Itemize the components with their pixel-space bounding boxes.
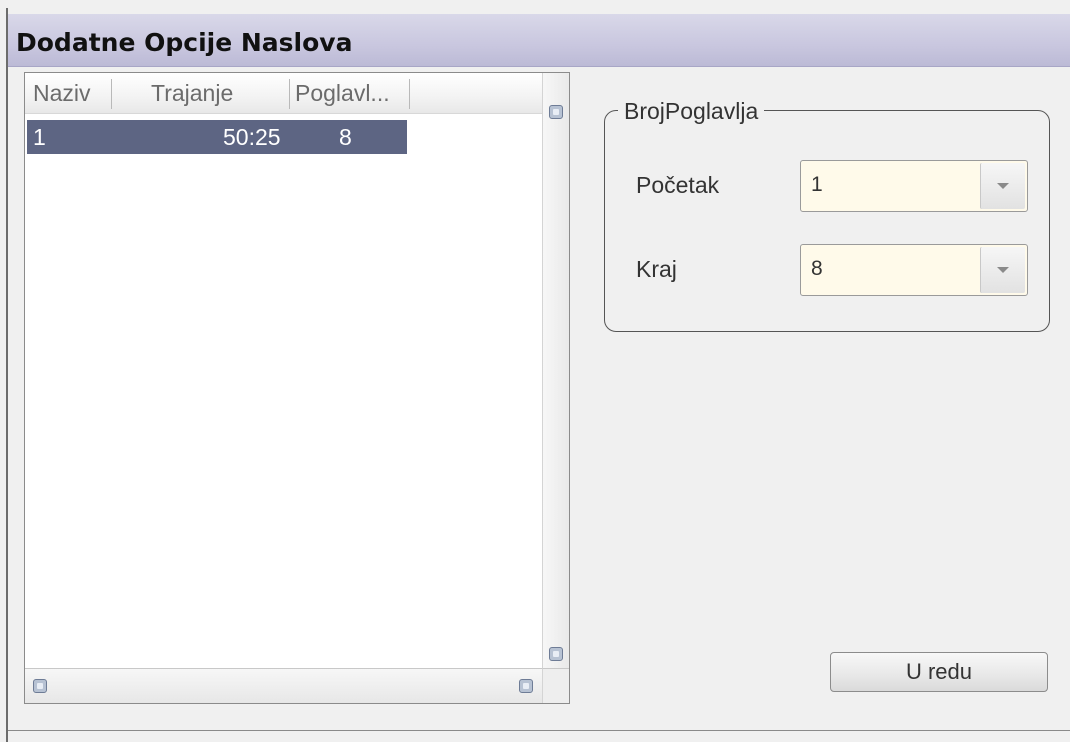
scroll-left-icon[interactable]	[33, 679, 47, 693]
title-list-view[interactable]: Naziv Trajanje Poglavl... 1 50:25 8	[24, 72, 570, 704]
end-label: Kraj	[636, 256, 677, 282]
scroll-right-icon[interactable]	[519, 679, 533, 693]
table-row[interactable]: 1 50:25 8	[27, 120, 407, 154]
cell-trajanje: 50:25	[223, 124, 281, 150]
column-separator[interactable]	[289, 79, 290, 109]
start-label: Početak	[636, 172, 720, 198]
end-combobox[interactable]: 8	[800, 244, 1028, 296]
end-combobox-value: 8	[811, 257, 823, 280]
chapter-number-group	[604, 110, 1050, 332]
title-bar[interactable]: Dodatne Opcije Naslova	[8, 14, 1070, 67]
cell-poglavlja: 8	[339, 124, 352, 150]
scrollbar-corner	[542, 668, 569, 703]
column-header-trajanje[interactable]: Trajanje	[151, 73, 285, 113]
scroll-down-icon[interactable]	[549, 647, 563, 661]
window-title: Dodatne Opcije Naslova	[16, 28, 353, 57]
chevron-down-icon[interactable]	[980, 163, 1025, 209]
ok-button[interactable]: U redu	[830, 652, 1048, 692]
column-header-poglavlja[interactable]: Poglavl...	[295, 73, 407, 113]
group-legend: BrojPoglavlja	[618, 98, 765, 124]
start-combobox-value: 1	[811, 173, 823, 196]
start-combobox[interactable]: 1	[800, 160, 1028, 212]
vertical-scrollbar[interactable]	[542, 73, 569, 669]
bottom-border	[8, 730, 1070, 731]
horizontal-scrollbar[interactable]	[25, 668, 545, 703]
cell-naziv: 1	[33, 124, 46, 150]
chevron-down-icon[interactable]	[980, 247, 1025, 293]
column-header-naziv[interactable]: Naziv	[33, 73, 105, 113]
column-separator[interactable]	[111, 79, 112, 109]
scroll-up-icon[interactable]	[549, 105, 563, 119]
list-header: Naziv Trajanje Poglavl...	[25, 73, 545, 114]
column-separator[interactable]	[409, 79, 410, 109]
